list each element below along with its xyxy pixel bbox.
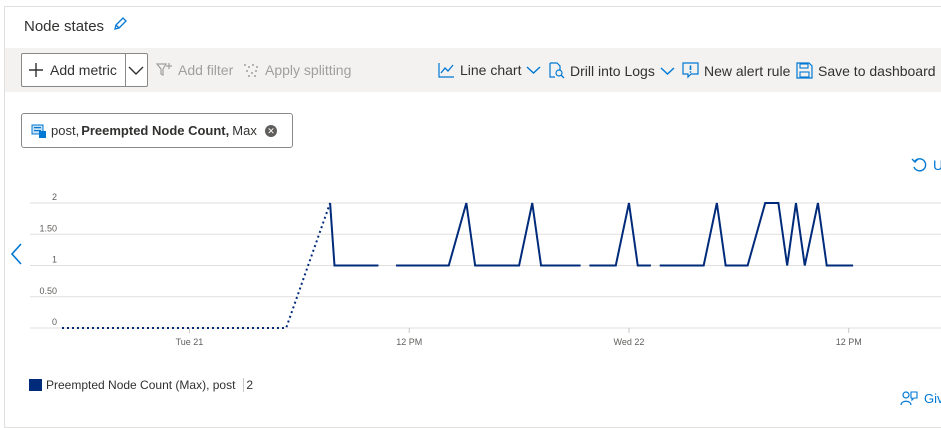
new-alert-rule-label: New alert rule	[704, 63, 790, 79]
panel-title-row: Node states	[24, 16, 128, 36]
add-metric-label: Add metric	[50, 62, 117, 78]
add-metric-dropdown[interactable]	[126, 54, 147, 86]
undo-zoom-label: U	[933, 157, 941, 173]
add-metric-button[interactable]: Add metric	[21, 53, 148, 87]
alert-icon	[682, 62, 699, 79]
apply-splitting-button[interactable]: Apply splitting	[243, 62, 351, 78]
line-chart: 0 0.50 1 1.50 2 Tue 21 12 PM Wed 22 12 PM	[0, 180, 941, 350]
drill-into-logs-label: Drill into Logs	[570, 63, 655, 79]
page-title: Node states	[24, 18, 104, 35]
add-filter-button[interactable]: Add filter	[156, 62, 233, 78]
edit-pencil-icon[interactable]	[112, 16, 128, 36]
chevron-down-icon	[660, 66, 675, 76]
metric-resource-icon	[31, 123, 47, 139]
splitting-icon	[243, 62, 260, 78]
apply-splitting-label: Apply splitting	[265, 62, 351, 78]
undo-icon	[911, 157, 927, 173]
logs-icon	[548, 62, 565, 79]
y-tick-label: 0	[52, 317, 57, 327]
legend-label: Preempted Node Count (Max), post	[46, 378, 235, 392]
metric-pill[interactable]: post, Preempted Node Count, Max ✕	[21, 113, 293, 148]
undo-zoom-button[interactable]: U	[911, 157, 941, 173]
give-feedback-link[interactable]: Giv	[900, 390, 941, 406]
metric-pill-metric: Preempted Node Count,	[81, 123, 229, 138]
line-chart-icon	[438, 62, 455, 78]
save-to-dashboard-dropdown[interactable]: Save to dashboard	[796, 62, 941, 79]
y-tick-label: 1.50	[39, 223, 57, 233]
y-tick-label: 2	[52, 192, 57, 202]
chart-legend[interactable]: Preempted Node Count (Max), post 2	[29, 378, 253, 392]
x-tick-label: 12 PM	[396, 337, 422, 347]
add-filter-label: Add filter	[178, 62, 233, 78]
x-tick-label: Wed 22	[614, 337, 645, 347]
y-axis-ticks: 0 0.50 1 1.50 2	[39, 192, 57, 327]
metric-pill-prefix: post,	[51, 123, 79, 138]
plus-icon	[28, 62, 44, 78]
add-metric-main[interactable]: Add metric	[22, 54, 126, 86]
feedback-icon	[900, 390, 918, 406]
legend-swatch	[29, 379, 42, 391]
x-tick-label: 12 PM	[836, 337, 862, 347]
x-axis-ticks: Tue 21 12 PM Wed 22 12 PM	[176, 328, 862, 347]
filter-plus-icon	[156, 62, 173, 78]
chevron-down-icon	[526, 65, 541, 75]
metric-pill-aggregation: Max	[232, 123, 257, 138]
legend-value: 2	[243, 378, 253, 392]
close-icon[interactable]: ✕	[265, 125, 277, 137]
drill-into-logs-dropdown[interactable]: Drill into Logs	[548, 62, 675, 79]
save-to-dashboard-label: Save to dashboard	[818, 63, 936, 79]
chevron-down-icon	[128, 65, 144, 75]
new-alert-rule-button[interactable]: New alert rule	[682, 62, 790, 79]
line-chart-label: Line chart	[460, 62, 521, 78]
y-tick-label: 1	[52, 255, 57, 265]
give-feedback-label: Giv	[924, 391, 941, 406]
y-tick-label: 0.50	[39, 286, 57, 296]
line-chart-dropdown[interactable]: Line chart	[438, 62, 541, 78]
x-tick-label: Tue 21	[176, 337, 204, 347]
save-icon	[796, 62, 813, 79]
